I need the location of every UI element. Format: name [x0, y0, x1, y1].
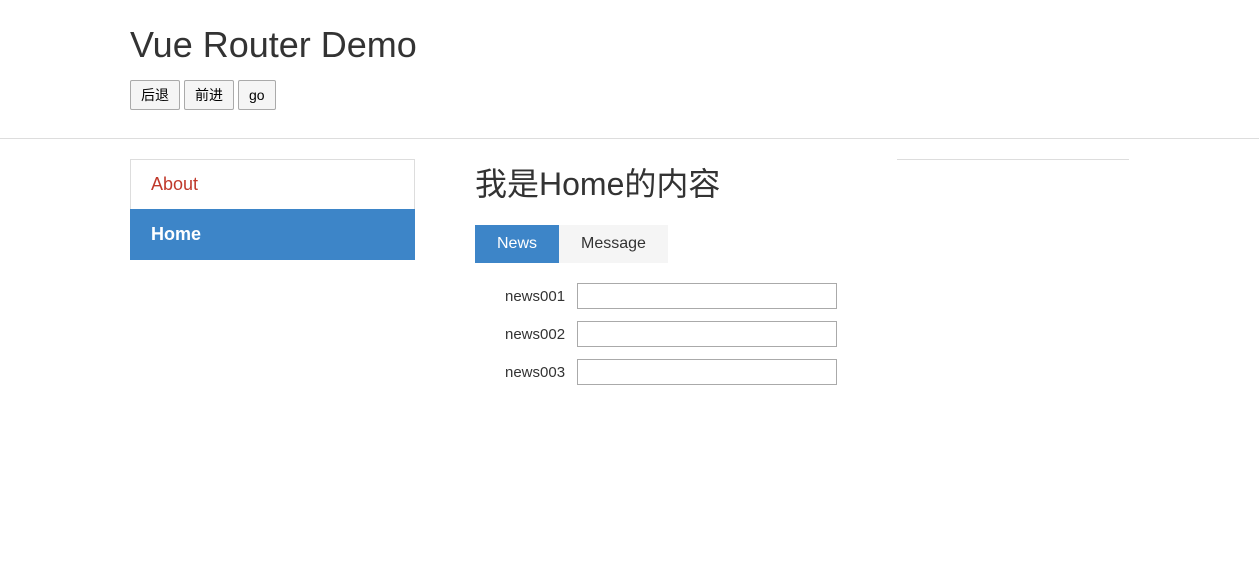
- tab-news[interactable]: News: [475, 225, 559, 263]
- right-panel: [897, 159, 1129, 397]
- sidebar-item-home[interactable]: Home: [130, 209, 415, 260]
- go-button[interactable]: go: [238, 80, 276, 110]
- list-item: news002: [505, 321, 837, 347]
- forward-button[interactable]: 前进: [184, 80, 234, 110]
- news-item-label-1: news002: [505, 326, 565, 343]
- tab-message[interactable]: Message: [559, 225, 668, 263]
- list-item: news003: [505, 359, 837, 385]
- news-input-1[interactable]: [577, 321, 837, 347]
- list-item: news001: [505, 283, 837, 309]
- nav-buttons: 后退 前进 go: [130, 80, 1129, 110]
- news-item-label-2: news003: [505, 364, 565, 381]
- news-list: news001 news002 news003: [475, 283, 837, 385]
- back-button[interactable]: 后退: [130, 80, 180, 110]
- main-layout: About Home 我是Home的内容 News Message news00…: [0, 139, 1259, 417]
- news-item-label-0: news001: [505, 288, 565, 305]
- news-input-2[interactable]: [577, 359, 837, 385]
- page-title: Vue Router Demo: [130, 24, 1129, 66]
- sidebar-item-about-label: About: [151, 174, 198, 194]
- content-title: 我是Home的内容: [475, 159, 837, 205]
- page-header: Vue Router Demo 后退 前进 go: [0, 0, 1259, 138]
- sub-tabs: News Message: [475, 225, 837, 263]
- sidebar: About Home: [130, 159, 415, 397]
- content-area: 我是Home的内容 News Message news001 news002 n…: [475, 159, 837, 397]
- news-input-0[interactable]: [577, 283, 837, 309]
- sidebar-item-about[interactable]: About: [130, 159, 415, 209]
- sidebar-item-home-label: Home: [151, 224, 201, 244]
